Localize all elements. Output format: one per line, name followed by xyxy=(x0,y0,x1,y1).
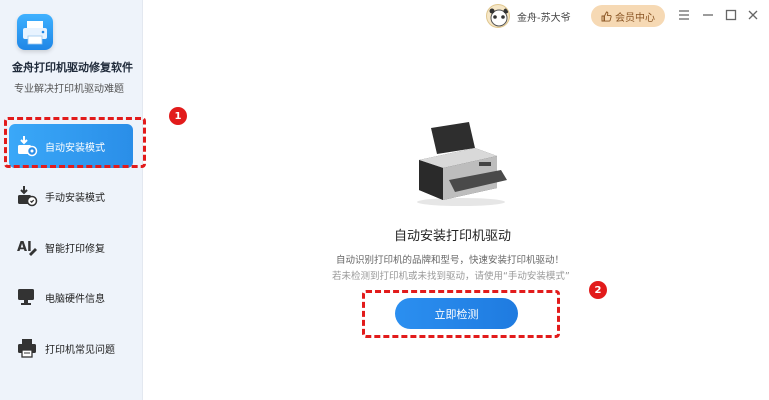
sidebar-item-label: 打印机常见问题 xyxy=(45,344,115,356)
manual-install-icon xyxy=(15,185,39,207)
svg-text:AI: AI xyxy=(17,240,32,255)
app-name: 金舟打印机驱动修复软件 xyxy=(12,61,133,74)
sidebar-item-label: 手动安装模式 xyxy=(45,192,105,204)
annotation-badge-2: 2 xyxy=(589,281,607,299)
app-logo-icon xyxy=(17,14,53,50)
smart-repair-icon: AI xyxy=(15,236,39,258)
sidebar-item-smart-repair[interactable]: AI 智能打印修复 xyxy=(9,225,133,269)
user-name[interactable]: 金舟-苏大爷 xyxy=(517,9,571,24)
highlight-box-auto-install xyxy=(4,117,146,168)
sidebar-item-manual-install[interactable]: 手动安装模式 xyxy=(9,174,133,218)
description-line-2: 若未检测到打印机或未找到驱动，请使用“手动安装模式” xyxy=(332,271,570,282)
sidebar-item-printer-faq[interactable]: 打印机常见问题 xyxy=(9,326,133,370)
thumb-up-icon xyxy=(601,11,612,22)
description-line-1: 自动识别打印机的品牌和型号，快速安装打印机驱动！ xyxy=(336,255,565,266)
maximize-icon[interactable] xyxy=(724,8,738,22)
sidebar-item-hardware-info[interactable]: 电脑硬件信息 xyxy=(9,275,133,319)
page-title: 自动安装打印机驱动 xyxy=(394,229,512,244)
detect-now-button[interactable]: 立即检测 xyxy=(395,298,518,329)
title-bar xyxy=(143,0,769,32)
sidebar-item-label: 电脑硬件信息 xyxy=(45,293,105,305)
printer-illustration xyxy=(409,118,509,208)
annotation-badge-1: 1 xyxy=(169,107,187,125)
avatar[interactable] xyxy=(486,4,510,28)
printer-faq-icon xyxy=(15,337,39,359)
sidebar-item-label: 智能打印修复 xyxy=(45,243,105,255)
app-subtitle: 专业解决打印机驱动难题 xyxy=(14,84,124,95)
sidebar: 金舟打印机驱动修复软件 专业解决打印机驱动难题 自动安装模式 手动安装模式 AI… xyxy=(0,0,143,400)
member-center-button[interactable]: 会员中心 xyxy=(591,5,665,27)
menu-icon[interactable] xyxy=(677,8,691,22)
computer-hardware-icon xyxy=(15,286,39,308)
minimize-icon[interactable] xyxy=(701,8,715,22)
member-center-label: 会员中心 xyxy=(615,12,655,24)
close-icon[interactable] xyxy=(746,8,760,22)
